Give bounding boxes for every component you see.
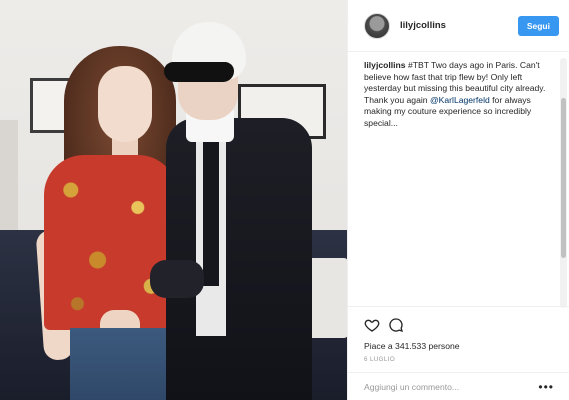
- comments-scrollbar[interactable]: [560, 58, 567, 308]
- post-date[interactable]: 6 LUGLIO: [364, 356, 554, 363]
- comment-input[interactable]: [364, 381, 539, 392]
- likes-count[interactable]: Piace a 341.533 persone: [364, 341, 554, 351]
- background-chair: [0, 120, 18, 230]
- post-actions: Piace a 341.533 persone 6 LUGLIO: [348, 306, 569, 363]
- action-icons-row: [364, 315, 554, 335]
- post-photo[interactable]: [0, 0, 347, 400]
- add-comment-bar: •••: [348, 372, 569, 400]
- caption-username[interactable]: lilyjcollins: [364, 60, 406, 70]
- caption-mention-link[interactable]: @KarlLagerfeld: [430, 95, 490, 105]
- man-figure-jacket: [166, 118, 312, 400]
- username-link[interactable]: lilyjcollins: [400, 20, 518, 31]
- man-figure-gloved-hand: [150, 260, 204, 298]
- woman-figure-jeans: [70, 328, 178, 400]
- profile-avatar[interactable]: [364, 12, 390, 39]
- instagram-post: lilyjcollins Segui lilyjcollins #TBT Two…: [0, 0, 569, 400]
- post-caption: lilyjcollins #TBT Two days ago in Paris.…: [364, 60, 560, 130]
- post-header: lilyjcollins Segui: [348, 0, 569, 52]
- follow-button[interactable]: Segui: [517, 15, 559, 36]
- man-figure-tie: [203, 136, 219, 286]
- scrollbar-thumb[interactable]: [561, 98, 566, 258]
- heart-icon[interactable]: [364, 317, 380, 333]
- man-figure-sunglasses: [164, 62, 234, 82]
- more-options-icon[interactable]: •••: [538, 381, 554, 393]
- woman-figure-face: [98, 66, 152, 142]
- comment-bubble-icon[interactable]: [388, 317, 404, 333]
- post-side-panel: lilyjcollins Segui lilyjcollins #TBT Two…: [347, 0, 569, 400]
- woman-figure-embroidered-top: [44, 155, 178, 330]
